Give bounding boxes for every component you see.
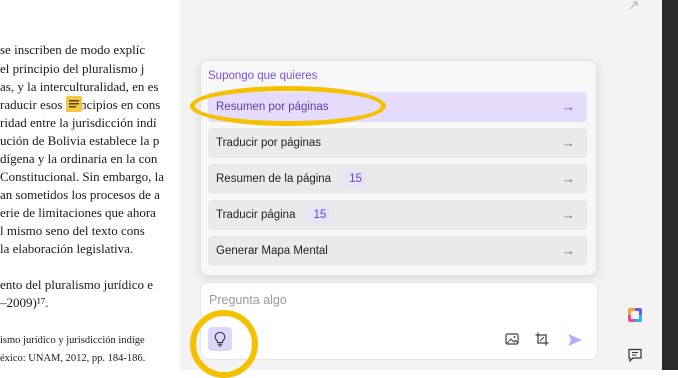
option-mind-map[interactable]: Generar Mapa Mental → bbox=[208, 236, 587, 266]
page-number-badge: 15 bbox=[345, 171, 366, 187]
option-translate-page[interactable]: Traducir página 15 → bbox=[208, 200, 587, 230]
arrow-right-icon: → bbox=[562, 171, 575, 186]
crop-icon[interactable] bbox=[534, 331, 550, 347]
option-translate-pages[interactable]: Traducir por páginas → bbox=[208, 128, 587, 158]
option-summary-page[interactable]: Resumen de la página 15 → bbox=[208, 164, 587, 194]
page-number-badge: 15 bbox=[309, 207, 331, 223]
arrow-right-icon: → bbox=[562, 135, 575, 150]
suggestions-popup: Supongo que quieres Resumen por páginas … bbox=[200, 60, 597, 276]
doc-line: Constitucional. Sin embargo, la bbox=[0, 169, 165, 184]
doc-line: erie de limitaciones que ahora bbox=[0, 205, 156, 220]
window-edge bbox=[662, 0, 678, 370]
option-label: Traducir por páginas bbox=[216, 137, 322, 149]
doc-line: dígena y la ordinaria en la con bbox=[0, 151, 158, 166]
doc-line: ento del pluralismo jurídico e bbox=[0, 277, 154, 292]
doc-footnote-line: éxico: UNAM, 2012, pp. 184-186. bbox=[0, 353, 146, 364]
option-page-summary[interactable]: Resumen por páginas → bbox=[208, 92, 587, 122]
comment-note-icon[interactable] bbox=[66, 96, 82, 112]
doc-line: se inscriben de modo explíc bbox=[0, 42, 146, 57]
app-logo-icon[interactable] bbox=[626, 306, 644, 324]
doc-line: el principio del pluralismo j bbox=[0, 61, 145, 76]
arrow-right-icon: → bbox=[562, 207, 575, 222]
doc-line: an sometidos los procesos de a bbox=[0, 187, 160, 202]
doc-footnote-line: ismo jurídico y jurisdicción indíge bbox=[0, 335, 145, 346]
arrow-right-icon: → bbox=[562, 99, 575, 114]
option-label: Traducir página bbox=[216, 209, 296, 221]
expand-icon[interactable] bbox=[628, 0, 642, 10]
doc-line: l mismo seno del texto cons bbox=[0, 223, 145, 238]
question-input-placeholder[interactable]: Pregunta algo bbox=[209, 293, 287, 307]
option-label: Resumen de la página bbox=[216, 173, 332, 185]
document-page: se inscriben de modo explíc el principio… bbox=[0, 0, 180, 370]
question-input-box[interactable]: Pregunta algo bbox=[200, 282, 598, 360]
doc-line: ridad entre la jurisdicción indí bbox=[0, 115, 157, 130]
doc-line: –2009)¹⁷. bbox=[0, 295, 49, 310]
send-icon[interactable] bbox=[567, 332, 583, 348]
option-label: Resumen por páginas bbox=[216, 101, 329, 113]
doc-line: la elaboración legislativa. bbox=[0, 241, 134, 256]
image-icon[interactable] bbox=[504, 331, 520, 347]
arrow-right-icon: → bbox=[562, 243, 575, 258]
lightbulb-icon[interactable] bbox=[208, 327, 232, 351]
doc-line: as, y la interculturalidad, en es bbox=[0, 79, 159, 94]
option-label: Generar Mapa Mental bbox=[216, 245, 328, 257]
popup-title: Supongo que quieres bbox=[208, 70, 318, 82]
doc-line: ución de Bolivia establece la p bbox=[0, 133, 160, 148]
chat-icon[interactable] bbox=[627, 347, 643, 363]
